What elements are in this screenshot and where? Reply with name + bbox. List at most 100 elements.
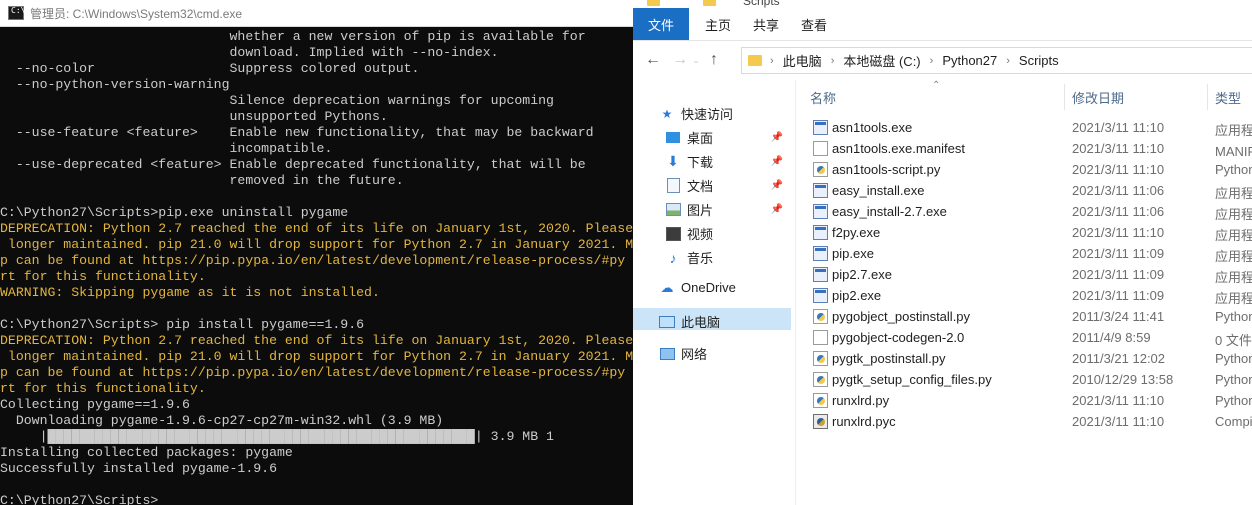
nav-network[interactable]: 网络 bbox=[659, 344, 707, 363]
explorer-window[interactable]: Scripts 文件 主页 共享 查看 ← → ⌄ ↑ › 此电脑 › 本地磁盘… bbox=[633, 0, 1252, 505]
tab-home[interactable]: 主页 bbox=[705, 15, 731, 34]
column-divider[interactable] bbox=[1207, 84, 1208, 110]
file-row[interactable]: pip.exe 2021/3/11 11:09 应用程序 bbox=[806, 243, 1252, 264]
breadcrumb-scripts[interactable]: Scripts bbox=[1019, 53, 1059, 68]
console-line: unsupported Pythons. bbox=[0, 109, 388, 124]
file-date: 2010/12/29 13:58 bbox=[1072, 372, 1174, 387]
nav-label: 此电脑 bbox=[681, 315, 721, 330]
console-line: rt for this functionality. bbox=[0, 381, 206, 396]
exe-file-icon bbox=[813, 288, 828, 303]
chevron-right-icon[interactable]: › bbox=[831, 55, 835, 67]
back-arrow-icon[interactable]: ← bbox=[642, 51, 664, 69]
column-header-name[interactable]: 名称 bbox=[810, 88, 836, 107]
file-icon bbox=[813, 141, 828, 156]
breadcrumb-python27[interactable]: Python27 bbox=[942, 53, 997, 68]
up-arrow-icon[interactable]: ↑ bbox=[703, 51, 725, 69]
nav-desktop[interactable]: 桌面 📌 bbox=[665, 128, 789, 147]
file-row[interactable]: pip2.exe 2021/3/11 11:09 应用程序 bbox=[806, 285, 1252, 306]
file-row[interactable]: asn1tools.exe 2021/3/11 11:10 应用程序 bbox=[806, 117, 1252, 138]
console-line: download. Implied with --no-index. bbox=[0, 45, 499, 60]
pin-icon[interactable]: 📌 bbox=[771, 156, 783, 167]
file-row[interactable]: pip2.7.exe 2021/3/11 11:09 应用程序 bbox=[806, 264, 1252, 285]
console-line: Silence deprecation warnings for upcomin… bbox=[0, 93, 554, 108]
file-row[interactable]: asn1tools-script.py 2021/3/11 11:10 Python… bbox=[806, 159, 1252, 180]
tab-view[interactable]: 查看 bbox=[801, 15, 827, 34]
chevron-right-icon[interactable]: › bbox=[930, 55, 934, 67]
file-type: 应用程序 bbox=[1215, 270, 1252, 285]
file-date: 2021/3/11 11:06 bbox=[1072, 204, 1165, 219]
file-row[interactable]: pygtk_setup_config_files.py 2010/12/29 13… bbox=[806, 369, 1252, 390]
file-name: easy_install.exe bbox=[832, 183, 925, 198]
console-line: Collecting pygame==1.9.6 bbox=[0, 397, 190, 412]
console-line: --no-python-version-warning bbox=[0, 77, 230, 92]
console-output[interactable]: whether a new version of pip is availabl… bbox=[0, 29, 633, 505]
cmd-window[interactable]: C:\ 管理员: C:\Windows\System32\cmd.exe whe… bbox=[0, 0, 633, 505]
navigation-pane[interactable]: ★ 快速访问 桌面 📌 ⬇ 下载 📌 文档 📌 图片 📌 视频 ♪ 音乐 ☁ O… bbox=[633, 80, 796, 505]
chevron-down-icon[interactable]: ⌄ bbox=[691, 55, 701, 66]
network-icon bbox=[659, 347, 675, 361]
file-row[interactable]: runxlrd.py 2021/3/11 11:10 Python File bbox=[806, 390, 1252, 411]
file-row[interactable]: pygobject_postinstall.py 2011/3/24 11:41 P… bbox=[806, 306, 1252, 327]
column-divider[interactable] bbox=[1064, 84, 1065, 110]
file-row[interactable]: asn1tools.exe.manifest 2021/3/11 11:10 MAN… bbox=[806, 138, 1252, 159]
exe-file-icon bbox=[813, 267, 828, 282]
exe-file-icon bbox=[813, 225, 828, 240]
folder-icon bbox=[748, 55, 762, 66]
nav-music[interactable]: ♪ 音乐 bbox=[665, 248, 714, 267]
chevron-right-icon[interactable]: › bbox=[1006, 55, 1010, 67]
nav-videos[interactable]: 视频 bbox=[665, 224, 713, 243]
cloud-icon: ☁ bbox=[660, 279, 674, 295]
folder-icon bbox=[647, 0, 660, 6]
sort-ascending-icon: ⌃ bbox=[932, 80, 941, 91]
console-line: C:\Python27\Scripts>pip.exe uninstall py… bbox=[0, 205, 349, 220]
file-list[interactable]: ⌃ 名称 修改日期 类型 asn1tools.exe 2021/3/11 11:1… bbox=[806, 80, 1252, 505]
column-header-date[interactable]: 修改日期 bbox=[1072, 88, 1124, 107]
address-bar-row: ← → ⌄ ↑ › 此电脑 › 本地磁盘 (C:) › Python27 › S… bbox=[633, 41, 1252, 79]
chevron-right-icon[interactable]: › bbox=[770, 55, 774, 67]
nav-pictures[interactable]: 图片 📌 bbox=[665, 200, 789, 219]
python-file-icon bbox=[813, 393, 828, 408]
file-row[interactable]: easy_install.exe 2021/3/11 11:06 应用程序 bbox=[806, 180, 1252, 201]
cmd-titlebar[interactable]: C:\ 管理员: C:\Windows\System32\cmd.exe bbox=[0, 0, 633, 27]
pin-icon[interactable]: 📌 bbox=[771, 180, 783, 191]
file-date: 2021/3/11 11:10 bbox=[1072, 162, 1165, 177]
file-date: 2021/3/11 11:09 bbox=[1072, 267, 1165, 282]
forward-arrow-icon[interactable]: → bbox=[669, 51, 691, 69]
python-file-icon bbox=[813, 162, 828, 177]
nav-documents[interactable]: 文档 📌 bbox=[665, 176, 789, 195]
file-row[interactable]: pygtk_postinstall.py 2011/3/21 12:02 Pytho… bbox=[806, 348, 1252, 369]
tab-file[interactable]: 文件 bbox=[633, 8, 689, 40]
file-type: 应用程序 bbox=[1215, 249, 1252, 264]
tab-share[interactable]: 共享 bbox=[753, 15, 779, 34]
nav-label: 下载 bbox=[687, 155, 714, 170]
file-name: pygobject-codegen-2.0 bbox=[832, 330, 965, 345]
nav-this-pc[interactable]: 此电脑 bbox=[659, 312, 720, 331]
file-name: asn1tools.exe bbox=[832, 120, 913, 135]
file-type: Python File bbox=[1215, 309, 1252, 324]
pin-icon[interactable]: 📌 bbox=[771, 204, 783, 215]
pin-icon[interactable]: 📌 bbox=[771, 132, 783, 143]
console-line: DEPRECATION: Python 2.7 reached the end … bbox=[0, 221, 633, 236]
address-bar[interactable]: › 此电脑 › 本地磁盘 (C:) › Python27 › Scripts bbox=[741, 47, 1252, 74]
console-line: Downloading pygame-1.9.6-cp27-cp27m-win3… bbox=[0, 413, 444, 428]
file-name: asn1tools.exe.manifest bbox=[832, 141, 965, 156]
file-row[interactable]: f2py.exe 2021/3/11 11:10 应用程序 bbox=[806, 222, 1252, 243]
file-type: 0 文件 bbox=[1215, 333, 1252, 348]
nav-downloads[interactable]: ⬇ 下载 📌 bbox=[665, 152, 789, 171]
console-line: WARNING: Skipping pygame as it is not in… bbox=[0, 285, 380, 300]
breadcrumb-local-disk[interactable]: 本地磁盘 (C:) bbox=[843, 51, 920, 70]
file-date: 2021/3/11 11:10 bbox=[1072, 393, 1165, 408]
console-line: incompatible. bbox=[0, 141, 333, 156]
file-name: f2py.exe bbox=[832, 225, 881, 240]
file-row[interactable]: pygobject-codegen-2.0 2011/4/9 8:59 0 文件 bbox=[806, 327, 1252, 348]
computer-icon bbox=[659, 315, 675, 329]
breadcrumb-this-pc[interactable]: 此电脑 bbox=[783, 51, 822, 70]
column-header-type[interactable]: 类型 bbox=[1215, 88, 1241, 107]
file-row[interactable]: easy_install-2.7.exe 2021/3/11 11:06 应用程序 bbox=[806, 201, 1252, 222]
file-row[interactable]: runxlrd.pyc 2021/3/11 11:10 Compiled Pytho… bbox=[806, 411, 1252, 432]
nav-quick-access[interactable]: ★ 快速访问 bbox=[659, 104, 733, 123]
nav-onedrive[interactable]: ☁ OneDrive bbox=[659, 279, 736, 296]
console-line: whether a new version of pip is availabl… bbox=[0, 29, 586, 44]
file-date: 2021/3/11 11:10 bbox=[1072, 141, 1165, 156]
console-line: rt for this functionality. bbox=[0, 269, 206, 284]
